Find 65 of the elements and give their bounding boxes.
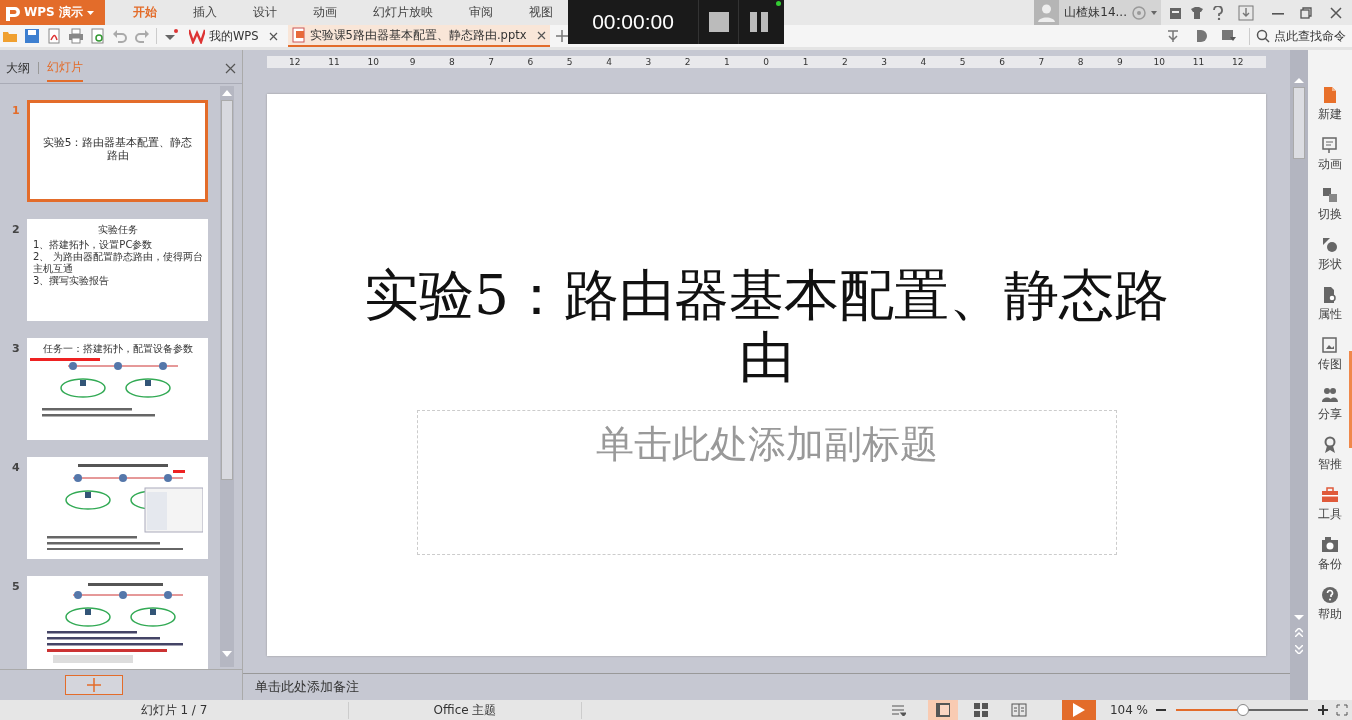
ruler-number: 7 xyxy=(486,56,496,68)
sidebar-tool[interactable]: 传图 xyxy=(1318,336,1342,386)
slide-number: 2 xyxy=(11,222,21,236)
thumbnail-heading: 实验任务 xyxy=(97,223,138,237)
sidebar-tool[interactable]: 新建 xyxy=(1318,86,1342,136)
sidebar-tool[interactable]: 属性 xyxy=(1318,286,1342,336)
theme-name[interactable]: Office 主题 xyxy=(433,702,497,717)
ruler-number: 6 xyxy=(997,56,1007,68)
ruler-number: 3 xyxy=(879,56,889,68)
ruler-number: 5 xyxy=(957,56,968,68)
thumbnail-title: 实验5：路由器基本配置、静态路由 xyxy=(42,136,193,162)
slide-thumbnail[interactable]: 实验任务 1、搭建拓扑，设置PC参数 2、 为路由器配置静态路由，使得两台主机互通 3、撰写实验报告 xyxy=(27,219,208,321)
slide-title[interactable]: 实验5：路由器基本配置、静态路由 xyxy=(356,264,1177,388)
sidebar-tool[interactable]: 形状 xyxy=(1318,236,1342,286)
notes-placeholder[interactable]: 单击此处添加备注 xyxy=(255,678,359,696)
ruler-number: 1 xyxy=(800,56,811,68)
ruler-number: 10 xyxy=(365,56,381,68)
ruler-number: 4 xyxy=(604,56,614,68)
zoom-level[interactable]: 104 % xyxy=(1109,703,1148,717)
menu-tab[interactable]: 审阅 xyxy=(469,0,493,25)
ruler-number: 4 xyxy=(918,56,929,68)
sidebar-tool[interactable]: 工具 xyxy=(1318,486,1342,536)
ruler-number: 11 xyxy=(1190,56,1207,68)
ruler-number: 10 xyxy=(1151,56,1167,68)
slide-thumbnail[interactable]: 实验5：路由器基本配置、静态路由 xyxy=(27,100,208,202)
ruler-number: 2 xyxy=(682,56,693,68)
ruler-number: 6 xyxy=(525,56,536,68)
slide-counter: 幻灯片 1 / 7 xyxy=(140,702,208,717)
ruler-number: 1 xyxy=(722,56,732,68)
sidebar-tool[interactable]: 切换 xyxy=(1318,186,1342,236)
ruler-number: 12 xyxy=(1230,56,1246,68)
command-search-field[interactable]: 点此查找命令 xyxy=(1249,27,1346,45)
ruler-number: 7 xyxy=(1036,56,1047,68)
document-tab[interactable]: 实验课5路由器基本配置、静态路由.pptx xyxy=(287,25,550,47)
menu-tab[interactable]: 幻灯片放映 xyxy=(373,0,433,25)
thumbnail-heading: 任务一：搭建拓扑，配置设备参数 xyxy=(42,342,193,356)
ruler-number: 9 xyxy=(407,56,418,68)
timer-readout: 00:00:00 xyxy=(591,10,675,34)
menu-tab[interactable]: 插入 xyxy=(193,0,217,25)
ruler-number: 5 xyxy=(564,56,575,68)
sidebar-tool[interactable]: 帮助 xyxy=(1318,586,1342,636)
ruler-number: 11 xyxy=(326,56,342,68)
sidebar-tool[interactable]: 备份 xyxy=(1318,536,1342,586)
slide-number: 1 xyxy=(11,103,21,117)
thumbnail-bullet: 1、搭建拓扑，设置PC参数 xyxy=(32,239,154,251)
slide-number: 5 xyxy=(11,579,21,593)
menu-tab[interactable]: 设计 xyxy=(253,0,277,25)
menu-tab[interactable]: 动画 xyxy=(313,0,337,25)
ruler-number: 3 xyxy=(643,56,654,68)
slide-number: 3 xyxy=(11,341,21,355)
slide-thumbnail[interactable]: 任务一：搭建拓扑，配置设备参数 xyxy=(27,338,208,440)
slide-number: 4 xyxy=(11,460,21,474)
ruler-number: 9 xyxy=(1115,56,1125,68)
panel-tab[interactable]: 大纲 xyxy=(6,55,30,81)
sidebar-tool[interactable]: 智推 xyxy=(1318,436,1342,486)
document-tab[interactable]: 我的WPS xyxy=(185,25,282,47)
ruler-number: 8 xyxy=(446,56,457,68)
sidebar-tool[interactable]: 动画 xyxy=(1318,136,1342,186)
ruler-number: 0 xyxy=(761,56,772,68)
thumbnail-bullet: 2、 为路由器配置静态路由，使得两台主机互通 xyxy=(32,251,204,275)
ruler-number: 2 xyxy=(839,56,850,68)
menu-tab[interactable]: 视图 xyxy=(529,0,553,25)
thumbnail-bullet: 3、撰写实验报告 xyxy=(32,275,111,287)
ruler-number: 8 xyxy=(1075,56,1086,68)
sidebar-tool[interactable]: 分享 xyxy=(1318,386,1342,436)
